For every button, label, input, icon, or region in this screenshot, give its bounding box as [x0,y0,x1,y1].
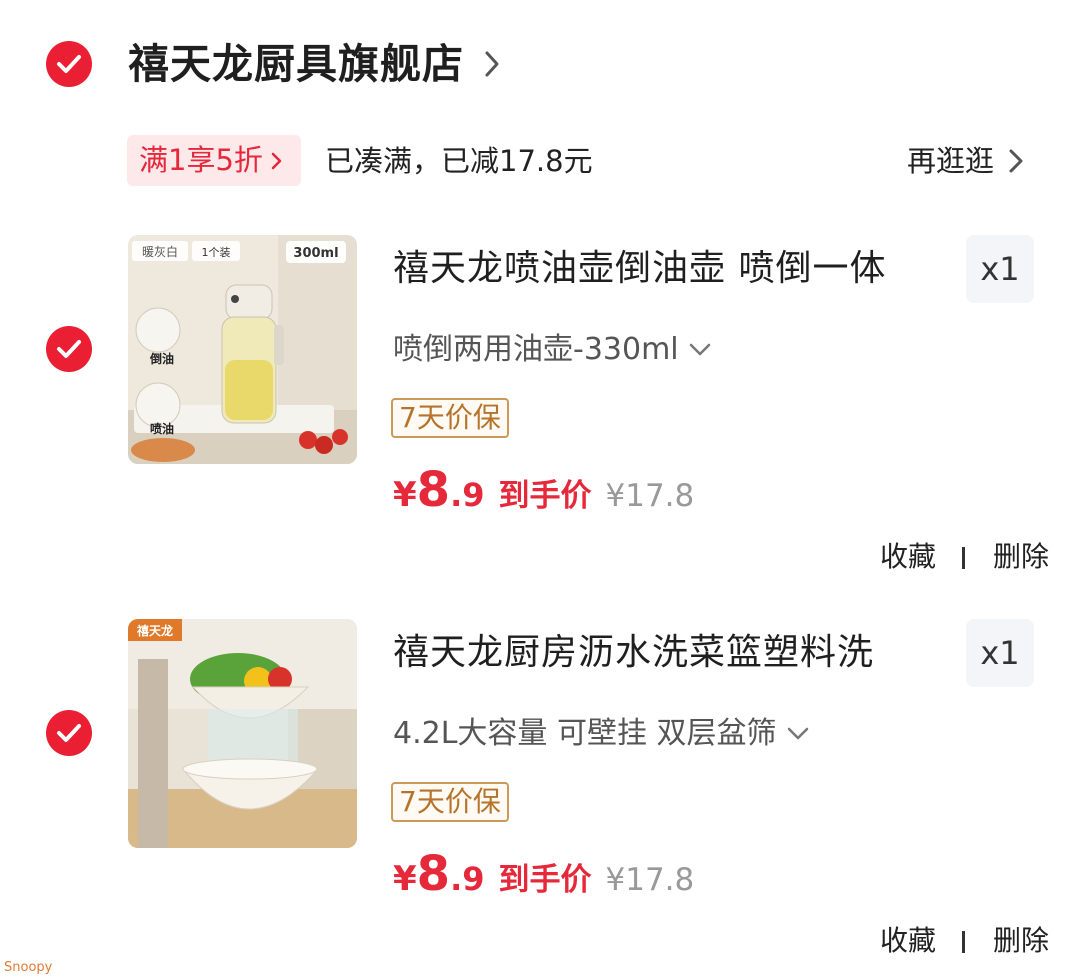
final-price-label: 到手价 [498,862,592,898]
final-price-label: 到手价 [498,478,592,514]
chevron-right-icon [271,152,282,169]
sku-label: 喷倒两用油壶-330ml [393,332,679,367]
quantity-badge[interactable]: x1 [966,235,1034,303]
thumb-color-tag: 暖灰白 [142,244,178,259]
sku-label: 4.2L大容量 可壁挂 双层盆筛 [393,716,777,751]
sku-selector[interactable]: 喷倒两用油壶-330ml [393,327,711,373]
original-price: ¥17.8 [605,862,695,898]
checkmark-icon [57,724,81,742]
price-row: ¥ 8 .9 到手价 ¥17.8 [393,846,694,902]
quantity-badge[interactable]: x1 [966,619,1034,687]
price-row: ¥ 8 .9 到手价 ¥17.8 [393,462,694,518]
product-thumbnail[interactable]: 禧天龙 [128,619,357,848]
thumb-brand-tag: 禧天龙 [137,623,173,638]
action-divider [962,931,965,953]
promo-tag-label: 满1享5折 [139,143,263,177]
product-title[interactable]: 禧天龙喷油壶倒油壶 喷倒一体 [393,241,886,297]
favorite-button[interactable]: 收藏 [880,537,936,577]
sku-selector[interactable]: 4.2L大容量 可壁挂 双层盆筛 [393,711,809,757]
delete-button[interactable]: 删除 [993,537,1049,577]
thumb-pack-tag: 1个装 [202,246,231,259]
price-integer: 8 [416,462,451,518]
checkmark-icon [57,55,81,73]
product-title[interactable]: 禧天龙厨房沥水洗菜篮塑料洗 [393,625,874,681]
thumb-spray-label: 喷油 [150,421,174,436]
promo-tag[interactable]: 满1享5折 [127,135,301,186]
browse-more-link[interactable]: 再逛逛 [907,138,1024,184]
product-thumbnail[interactable]: 暖灰白 1个装 300ml 倒油 喷油 [128,235,357,464]
price-currency: ¥ [393,475,417,515]
store-select-checkbox[interactable] [46,41,92,87]
original-price: ¥17.8 [605,478,695,514]
price-protection-badge: 7天价保 [391,398,509,438]
browse-more-label: 再逛逛 [906,144,994,178]
item-select-checkbox[interactable] [46,710,92,756]
thumb-pour-label: 倒油 [149,351,174,366]
watermark-text: Snoopy [4,960,53,975]
promo-status-text: 已凑满，已减17.8元 [325,144,593,178]
thumb-volume-tag: 300ml [293,246,338,261]
price-protection-badge: 7天价保 [391,782,509,822]
price-decimal: .9 [450,476,485,514]
item-select-checkbox[interactable] [46,326,92,372]
chevron-down-icon [689,343,710,356]
price-decimal: .9 [450,860,485,898]
price-integer: 8 [416,846,451,902]
colander-basket-image: 禧天龙 [128,619,357,848]
chevron-right-icon[interactable] [482,48,502,80]
oil-sprayer-image: 暖灰白 1个装 300ml 倒油 喷油 [128,235,357,464]
price-currency: ¥ [393,859,417,899]
favorite-button[interactable]: 收藏 [880,921,936,961]
store-name[interactable]: 禧天龙厨具旗舰店 [128,36,464,92]
action-divider [962,547,965,569]
checkmark-icon [57,340,81,358]
delete-button[interactable]: 删除 [993,921,1049,961]
chevron-down-icon [787,727,808,740]
chevron-right-icon [1009,149,1023,173]
